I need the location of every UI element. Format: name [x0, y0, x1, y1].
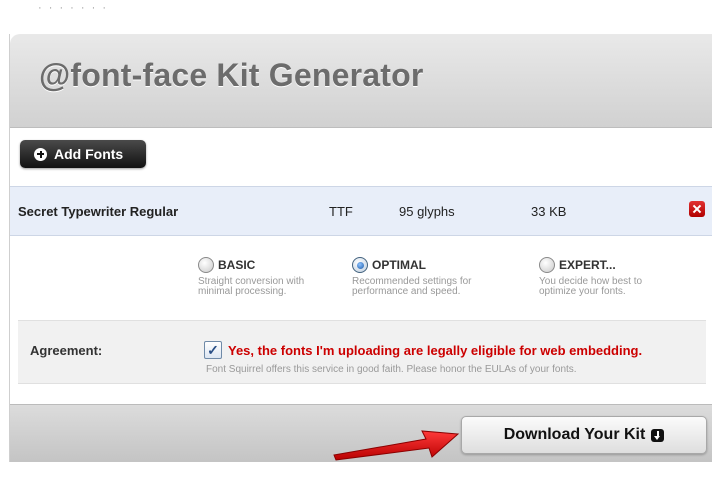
font-list-row: Secret Typewriter Regular TTF 95 glyphs …: [10, 186, 712, 236]
option-description-line: performance and speed.: [352, 286, 461, 297]
agreement-section: Agreement: ✓ Yes, the fonts I'm uploadin…: [18, 320, 706, 384]
font-file-size: 33 KB: [531, 204, 567, 219]
option-optimal[interactable]: OPTIMAL Recommended settings for perform…: [352, 256, 502, 297]
panel-header: @font-face Kit Generator: [10, 34, 712, 128]
download-kit-button[interactable]: Download Your Kit: [461, 416, 707, 454]
font-format: TTF: [329, 204, 353, 219]
expert-radio[interactable]: [539, 257, 555, 273]
option-description-line: minimal processing.: [198, 286, 287, 297]
option-basic[interactable]: BASIC Straight conversion with minimal p…: [198, 256, 348, 297]
option-label: OPTIMAL: [372, 258, 426, 272]
download-arrow-icon: [651, 428, 665, 442]
agreement-text[interactable]: Yes, the fonts I'm uploading are legally…: [228, 343, 642, 358]
download-kit-label: Download Your Kit: [503, 426, 646, 443]
option-description-line: optimize your fonts.: [539, 286, 626, 297]
option-label: BASIC: [218, 258, 256, 272]
add-fonts-label: Add Fonts: [54, 146, 124, 162]
red-arrow-annotation: [333, 430, 460, 461]
add-fonts-button[interactable]: Add Fonts: [20, 140, 146, 168]
basic-radio[interactable]: [198, 257, 214, 273]
option-description: Recommended settings for performance and…: [352, 277, 502, 297]
option-label: EXPERT...: [559, 258, 616, 272]
option-description: Straight conversion with minimal process…: [198, 277, 348, 297]
font-glyph-count: 95 glyphs: [399, 204, 455, 219]
page-title: @font-face Kit Generator: [39, 57, 424, 93]
optimal-radio[interactable]: [352, 257, 368, 273]
agreement-label: Agreement:: [30, 343, 103, 358]
conversion-options: BASIC Straight conversion with minimal p…: [10, 248, 712, 323]
top-clipped-text: · · · · · · ·: [38, 2, 108, 14]
agreement-checkbox[interactable]: ✓: [204, 341, 222, 359]
generator-panel: @font-face Kit Generator Add Fonts Secre…: [9, 34, 712, 462]
plus-circle-icon: [34, 147, 47, 161]
remove-font-icon[interactable]: [689, 201, 705, 217]
option-expert[interactable]: EXPERT... You decide how best to optimiz…: [539, 256, 689, 297]
font-name: Secret Typewriter Regular: [18, 204, 179, 219]
agreement-note: Font Squirrel offers this service in goo…: [206, 364, 577, 375]
option-description: You decide how best to optimize your fon…: [539, 277, 689, 297]
